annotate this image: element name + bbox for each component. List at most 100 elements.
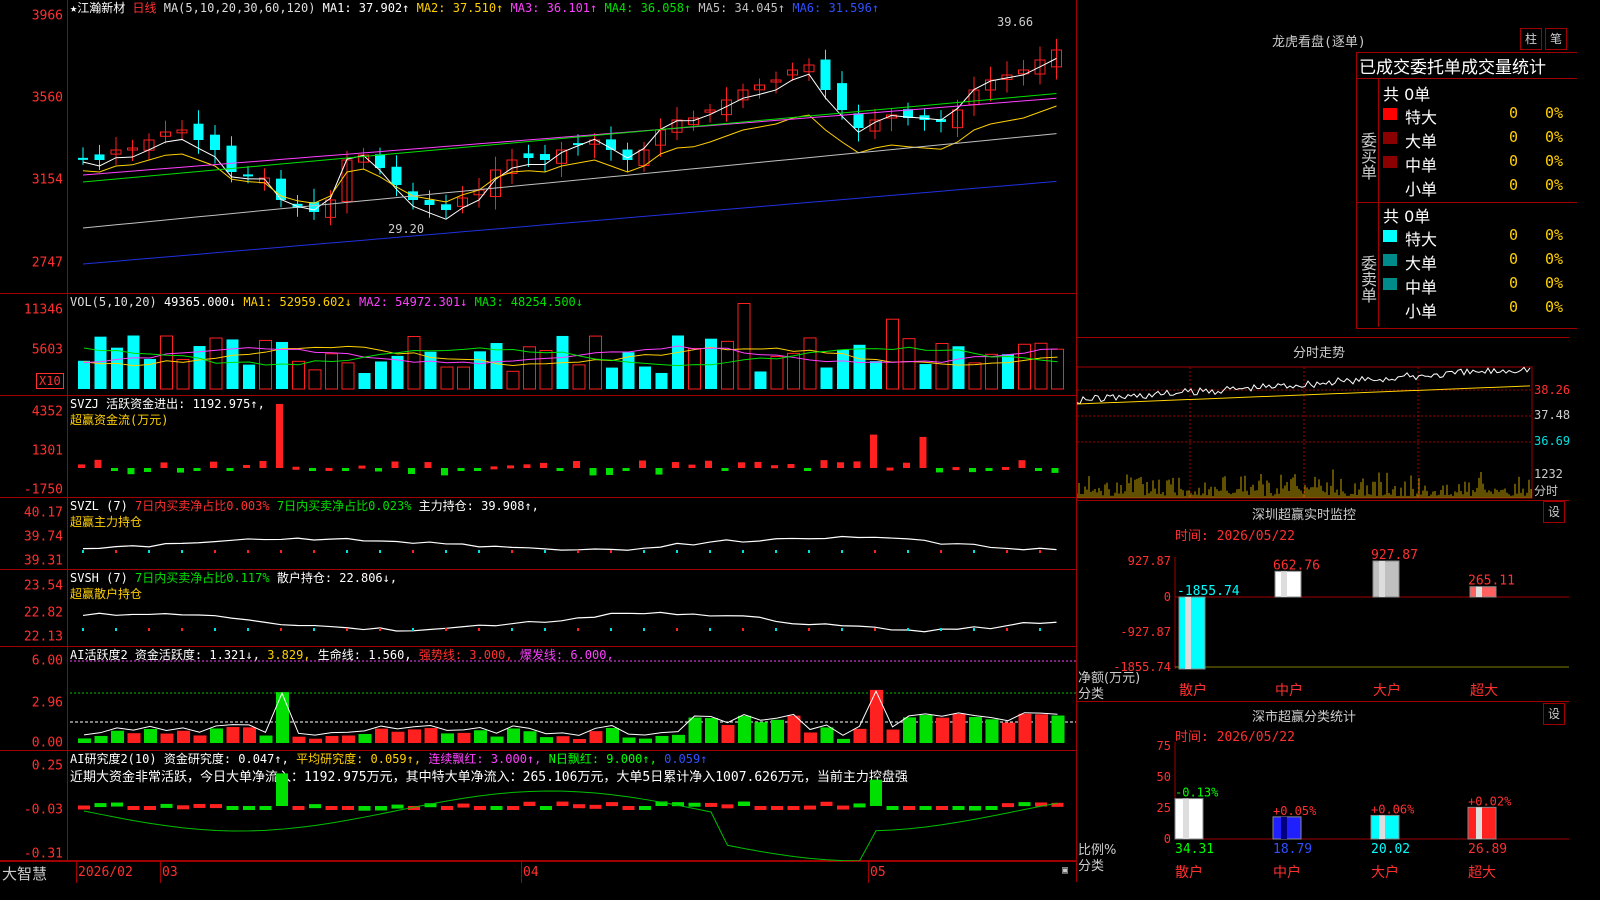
volume-bar — [506, 370, 520, 390]
svzj-bar — [919, 436, 927, 468]
activity-bar — [523, 731, 537, 743]
sz-class-bar-shine — [1281, 816, 1287, 839]
svzj-bar — [589, 468, 597, 476]
sz-monitor-panel[interactable]: 深圳超赢实时监控 设 时间: 2026/05/22 927.87 0 -927.87… — [1077, 501, 1569, 702]
research-bar — [540, 806, 552, 810]
buy-row-percent: 0% — [1545, 104, 1564, 122]
svzj-bar — [94, 459, 102, 468]
volume-bar — [737, 302, 751, 390]
activity-bar — [606, 728, 619, 743]
sz-monitor-axis-label: 0 — [1164, 590, 1171, 604]
sz-class-bar-shine — [1476, 807, 1482, 839]
svzl-line — [82, 535, 1057, 551]
research-bar — [94, 803, 107, 808]
volume-bar — [820, 367, 833, 389]
sell-row-label: 中单 — [1405, 278, 1438, 297]
svsh-line-tick — [181, 628, 183, 631]
svzj-bar — [886, 467, 894, 471]
max-price-label: 39.66 — [997, 15, 1034, 29]
svzl-panel[interactable]: 40.17 39.74 39.31 SVZL (7) 7日内买卖净占比0.003… — [0, 498, 1076, 570]
svzj-bar — [837, 462, 844, 468]
research-bar — [870, 779, 882, 806]
ai-research-panel[interactable]: 0.25 -0.03 -0.31 AI研究度2(10) 资金研究度: 0.047… — [0, 751, 1076, 862]
buy-total: 共 0单 — [1383, 85, 1431, 104]
buy-row-swatch — [1383, 108, 1397, 120]
candlestick-chart[interactable] — [0, 0, 1076, 294]
research-bar — [193, 803, 206, 808]
ma4-line — [82, 93, 1057, 183]
research-bar — [787, 806, 800, 810]
svzl-line-tick — [280, 550, 282, 553]
sz-class-axis-label: 25 — [1157, 801, 1171, 815]
svzj-panel[interactable]: 4352 1301 -1750 SVZJ 活跃资金进出: 1192.975↑, … — [0, 396, 1076, 498]
sz-monitor-chart: 927.870-927.87-1855.74-1855.74散户662.76中户… — [1113, 548, 1569, 699]
volume-bar — [853, 344, 866, 389]
tick-mode-button[interactable]: 笔 — [1545, 28, 1567, 50]
research-bar — [1002, 803, 1014, 808]
intraday-axis-label: 分时 — [1534, 484, 1559, 498]
sz-monitor-bar-shine — [1379, 561, 1385, 597]
sz-class-panel[interactable]: 深市超赢分类统计 设 时间: 2026/05/22 75 50 25 0 -0.13% 3… — [1077, 702, 1569, 882]
sz-class-value-label: 34.31 — [1175, 842, 1214, 857]
svsh-line-tick — [445, 628, 447, 631]
research-bar — [952, 806, 965, 810]
lock-icon[interactable]: ▣ — [1062, 865, 1068, 876]
svzj-bar — [804, 468, 811, 471]
svzj-bar — [375, 468, 382, 472]
svsh-line-tick — [544, 628, 546, 631]
activity-bar — [309, 738, 322, 743]
sell-row-value: 0 — [1509, 298, 1519, 316]
activity-bar — [276, 692, 289, 743]
sz-class-axis-label: 75 — [1157, 739, 1171, 753]
svzj-bar — [490, 466, 498, 470]
activity-bar — [969, 717, 982, 743]
research-bar — [111, 802, 123, 807]
svzj-bar — [523, 464, 531, 468]
research-bar — [622, 806, 635, 810]
svzl-line-tick — [577, 550, 579, 553]
ai-activity-panel[interactable]: 6.00 2.96 0.00 AI活跃度2 资金活跃度: 1.321↓, 3.8… — [0, 647, 1076, 751]
research-bar — [292, 806, 305, 810]
svzj-bar — [771, 465, 778, 469]
intraday-panel[interactable]: 分时走势 38.26 37.48 36.69 1232 分时 — [1077, 338, 1571, 501]
activity-bar — [342, 735, 355, 743]
sell-row-value: 0 — [1509, 250, 1519, 268]
research-bar — [342, 806, 354, 810]
activity-bar — [738, 715, 751, 743]
volume-bar — [160, 335, 173, 390]
research-bar — [936, 806, 948, 810]
activity-bar — [721, 724, 735, 743]
price-panel[interactable]: 3966 3560 3154 2747 ★江瀚新材 日线 MA(5,10,20,… — [0, 0, 1076, 294]
volume-panel[interactable]: 11346 5603 X10 VOL(5,10,20) 49365.000↓ M… — [0, 294, 1076, 396]
svzl-line-tick — [775, 550, 777, 553]
svsh-line-tick — [676, 628, 678, 631]
volume-bar — [127, 335, 140, 389]
activity-bar — [589, 731, 603, 743]
research-bar — [573, 804, 585, 809]
sz-monitor-category: 大户 — [1373, 682, 1401, 699]
brand-label[interactable]: 大智慧 — [2, 863, 47, 884]
svzj-bar — [952, 467, 960, 471]
activity-bar — [936, 717, 949, 743]
volume-bar — [308, 369, 322, 390]
order-stats-heading: 已成交委托单成交量统计 — [1359, 58, 1546, 78]
research-bar — [160, 803, 173, 808]
sz-monitor-value-label: -1855.74 — [1177, 584, 1240, 599]
volume-bar — [770, 355, 784, 390]
bar-mode-button[interactable]: 柱 — [1520, 28, 1542, 50]
buy-section: 委买单 共 0单 特大 0 0% 大单 0 0% 中单 0 0% 小单 0 0% — [1357, 78, 1577, 203]
ma6-line — [82, 180, 1057, 265]
activity-bar — [1035, 714, 1048, 743]
activity-bar — [787, 715, 801, 743]
research-bar — [210, 804, 222, 809]
volume-bar — [655, 372, 668, 389]
sell-row-swatch — [1383, 230, 1397, 242]
volume-bar — [572, 364, 586, 390]
research-bar — [490, 806, 503, 810]
svsh-panel[interactable]: 23.54 22.82 22.13 SVSH (7) 7日内买卖净占比0.117… — [0, 570, 1076, 647]
activity-bar — [771, 719, 784, 743]
research-bar — [144, 806, 156, 810]
svzj-bar — [259, 460, 267, 468]
intraday-axis-label: 38.26 — [1534, 383, 1571, 397]
activity-bar — [408, 729, 421, 743]
